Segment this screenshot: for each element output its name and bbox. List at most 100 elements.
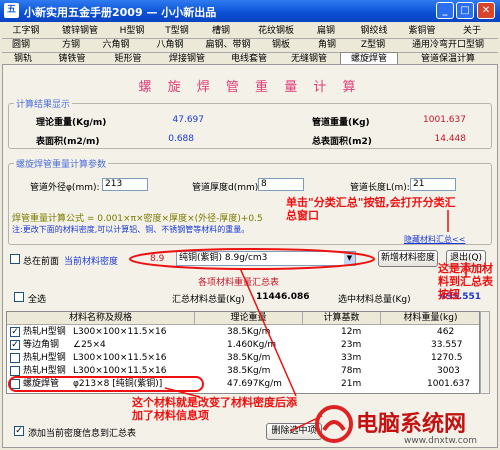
tab-square[interactable]: 方钢: [54, 39, 88, 52]
results-group-label: 计算结果显示: [14, 97, 73, 110]
row-weight: 33.557: [431, 340, 463, 350]
row-name: 热轧H型钢: [23, 327, 66, 337]
table-row[interactable]: 热轧H型钢 L300×100×11.5×16 38.5Kg/m 33m 1270…: [7, 352, 479, 365]
row-weight: 1001.637: [427, 379, 470, 389]
pipe-weight-value: 1001.637: [423, 115, 466, 125]
annotation-density-tip: 这个材料就是改变了材料密度后添加了材料信息项: [132, 396, 297, 422]
density-value: 8.9: [150, 254, 165, 264]
tab-z-steel[interactable]: Z型钢: [354, 39, 392, 52]
watermark-text: 电脑系统网: [356, 412, 467, 437]
row-checkbox[interactable]: [10, 353, 20, 363]
row-spec: ∠25×4: [73, 340, 106, 350]
tab-octagon[interactable]: 八角钢: [148, 39, 192, 52]
row-base: 78m: [341, 366, 362, 376]
chevron-down-icon[interactable]: ▼: [344, 252, 355, 265]
od-input[interactable]: 213: [102, 178, 148, 191]
title-bar[interactable]: 五 小新实用五金手册2009 — 小小新出品 _ □ ✕: [0, 0, 500, 22]
tab-hexagon[interactable]: 六角钢: [94, 39, 138, 52]
tab-plate[interactable]: 钢板: [264, 39, 298, 52]
tab-cold-formed[interactable]: 通用冷弯开口型钢: [400, 39, 496, 52]
tab-row-2: 圆钢 方钢 六角钢 八角钢 扁钢、带钢 钢板 角钢 Z型钢 通用冷弯开口型钢: [2, 39, 498, 52]
table-row[interactable]: ✓ 热轧H型钢 L300×100×11.5×16 38.5Kg/m 12m 46…: [7, 326, 479, 339]
current-density-label: 当前材料密度: [64, 257, 119, 267]
table-row[interactable]: ✓ 等边角钢 ∠25×4 1.460Kg/m 23m 33.557: [7, 339, 479, 352]
watermark-url: www.dnxtw.com: [404, 436, 478, 446]
row-theory: 1.460Kg/m: [227, 340, 277, 350]
tab-t-steel[interactable]: T型钢: [156, 25, 198, 38]
tab-strip[interactable]: 扁钢、带钢: [198, 39, 258, 52]
surface-area-label: 表面积(m2/m): [36, 137, 100, 147]
summary-title: 各项材料重量汇总表: [198, 278, 280, 288]
total-weight-value: 11446.086: [256, 292, 310, 302]
row-checkbox[interactable]: [10, 366, 20, 376]
total-surface-label: 总表面积(m2): [312, 137, 372, 147]
row-weight: 462: [437, 327, 455, 337]
tab-copper-pipe[interactable]: 紫铜管: [400, 25, 444, 38]
tab-angle[interactable]: 角钢: [310, 39, 344, 52]
total-weight-label: 汇总材料总量(Kg): [172, 295, 245, 305]
row-name: 热轧H型钢: [23, 353, 66, 363]
page-title: 螺 旋 焊 管 重 量 计 算: [138, 80, 362, 95]
add-info-checkbox[interactable]: ✓: [14, 426, 24, 436]
row-base: 21m: [341, 379, 362, 389]
close-button[interactable]: ✕: [477, 2, 495, 19]
selected-weight-label: 选中材料总量(Kg): [338, 295, 411, 305]
annotation-summary-tip: 单击"分类汇总"按钮,会打开分类汇总窗口: [286, 196, 456, 222]
watermark-logo-icon: [315, 405, 353, 443]
select-all-label: 全选: [28, 295, 47, 305]
add-density-button[interactable]: 新增材料密度: [378, 250, 438, 267]
maximize-button[interactable]: □: [456, 2, 474, 19]
minimize-button[interactable]: _: [436, 2, 454, 19]
row-base: 33m: [341, 353, 362, 363]
tab-row-1: 工字钢 镀锌钢管 H型钢 T型钢 槽钢 花纹钢板 扁钢 钢绞线 紫铜管 关于: [2, 25, 498, 38]
surface-area-value: 0.688: [168, 134, 194, 144]
annotation-add-tip: 这是添加材料到汇总表按钮: [438, 262, 493, 301]
summary-table: 材料名称及规格 理论重量 计算基数 材料重量(kg) ✓ 热轧H型钢 L300×…: [6, 311, 480, 394]
hide-summary-link[interactable]: 隐藏材料汇总<<: [404, 234, 465, 245]
row-theory: 47.697Kg/m: [227, 379, 282, 389]
select-all-checkbox[interactable]: [14, 292, 24, 302]
params-group-label: 螺旋焊管重量计算参数: [14, 157, 109, 170]
row-theory: 38.5Kg/m: [227, 366, 271, 376]
tab-channel[interactable]: 槽钢: [204, 25, 238, 38]
thickness-label: 管道厚度d(mm): [192, 183, 259, 193]
row-theory: 38.5Kg/m: [227, 327, 271, 337]
tab-about[interactable]: 关于: [454, 25, 490, 38]
tab-round[interactable]: 圆钢: [4, 39, 38, 52]
length-input[interactable]: 21: [410, 178, 456, 191]
row-checkbox[interactable]: ✓: [10, 340, 20, 350]
row-base: 23m: [341, 340, 362, 350]
column-header-name[interactable]: 材料名称及规格: [7, 312, 195, 325]
length-label: 管道长度L(m):: [350, 183, 410, 193]
tab-duxin[interactable]: 镀锌钢管: [52, 25, 108, 38]
table-scrollbar[interactable]: [480, 311, 490, 394]
total-surface-value: 14.448: [434, 134, 467, 144]
column-header-theory[interactable]: 理论重量: [195, 312, 303, 325]
add-info-label: 添加当前密度信息到汇总表: [28, 429, 137, 439]
watermark: 电脑系统网 www.dnxtw.com: [312, 402, 500, 450]
highlight-ellipse: [8, 376, 204, 392]
tab-h-steel[interactable]: H型钢: [112, 25, 152, 38]
density-note: 注:更改下面的材料密度,可以计算铝、铜、不锈钢管等材料的重量。: [12, 225, 250, 234]
app-window: 五 小新实用五金手册2009 — 小小新出品 _ □ ✕ 工字钢 镀锌钢管 H型…: [0, 0, 500, 450]
density-select[interactable]: 纯铜(紫铜) 8.9g/cm3: [176, 251, 356, 266]
thickness-input[interactable]: 8: [258, 178, 304, 191]
topmost-checkbox[interactable]: [10, 254, 20, 264]
row-spec: L300×100×11.5×16: [73, 327, 167, 337]
row-name: 等边角钢: [23, 340, 60, 350]
app-icon: 五: [4, 3, 19, 18]
column-header-weight[interactable]: 材料重量(kg): [381, 312, 479, 325]
tab-checker-plate[interactable]: 花纹钢板: [248, 25, 304, 38]
row-weight: 1270.5: [431, 353, 463, 363]
pipe-weight-label: 管道重量(Kg): [312, 118, 370, 128]
theory-weight-value: 47.697: [172, 115, 205, 125]
tab-strand[interactable]: 钢绞线: [352, 25, 396, 38]
column-header-base[interactable]: 计算基数: [303, 312, 381, 325]
formula-text: 焊管重量计算公式 = 0.001×π×密度×厚度×(外径-厚度)+0.5: [12, 214, 263, 224]
tab-flat[interactable]: 扁钢: [309, 25, 343, 38]
row-spec: L300×100×11.5×16: [73, 353, 167, 363]
tab-gongzigang[interactable]: 工字钢: [4, 25, 48, 38]
row-checkbox[interactable]: ✓: [10, 327, 20, 337]
row-weight: 3003: [437, 366, 460, 376]
od-label: 管道外径φ(mm):: [30, 183, 100, 193]
